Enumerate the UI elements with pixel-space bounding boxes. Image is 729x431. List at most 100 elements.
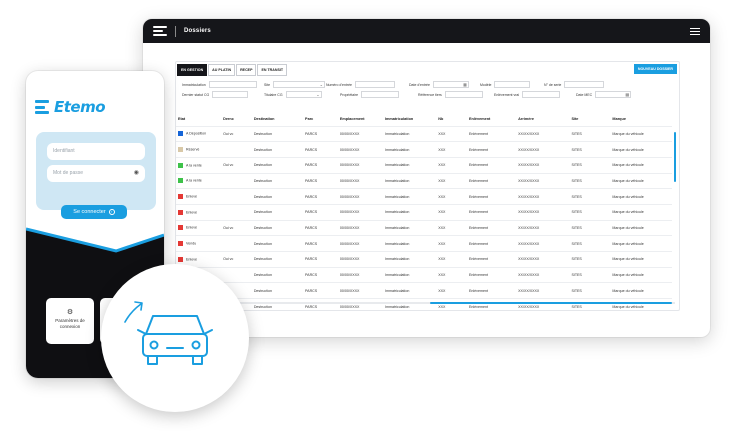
tab-au-platin[interactable]: AU PLATIN bbox=[208, 64, 236, 76]
password-field[interactable]: Mot de passe ◉ bbox=[47, 165, 145, 182]
table-cell: 00/00/XXXX bbox=[337, 266, 383, 283]
table-cell: XXX bbox=[436, 298, 467, 315]
titulaire-cg-select[interactable]: ⌄ bbox=[285, 91, 322, 98]
column-header[interactable]: Dernc bbox=[221, 113, 252, 126]
cell-text: Marque du véhicule bbox=[612, 225, 644, 230]
new-dossier-button[interactable]: NOUVEAU DOSSIER bbox=[633, 64, 677, 74]
top-bar: Dossiers bbox=[143, 19, 710, 43]
filter-immatriculation[interactable]: Immatriculation bbox=[182, 81, 257, 88]
cell-text: 00/00/XXXX bbox=[339, 304, 360, 309]
cell-text: PARCS bbox=[305, 273, 318, 278]
table-row[interactable]: A la vente Destruction PARCS 00/00/XXXX Imma… bbox=[176, 172, 672, 189]
identifiant-field[interactable]: Identifiant bbox=[47, 143, 145, 160]
site-select[interactable]: ⌄ bbox=[273, 81, 326, 88]
table-cell: Destruction bbox=[251, 298, 304, 315]
table-cell: Destruction bbox=[251, 282, 304, 299]
immatriculation-input[interactable] bbox=[208, 81, 257, 88]
column-header[interactable]: Arrimère bbox=[516, 113, 569, 126]
cell-text: 00/00/XXXX bbox=[339, 273, 360, 278]
cell-text: Marque du véhicule bbox=[612, 273, 644, 278]
filter-modele[interactable]: Modèle bbox=[480, 81, 531, 88]
car-icon bbox=[124, 301, 213, 365]
calendar-icon[interactable]: ▦ bbox=[463, 82, 467, 87]
numero-entree-input[interactable] bbox=[354, 81, 395, 88]
burger-menu-icon[interactable] bbox=[690, 27, 700, 35]
table-header: Etat Dernc Destination Parc Emplacement Immat… bbox=[176, 113, 672, 126]
chevron-down-icon: ⌄ bbox=[319, 82, 324, 87]
table-cell: 00/00/XXXX bbox=[337, 125, 383, 142]
filter-reference-tiers[interactable]: Référence tiers bbox=[418, 91, 483, 98]
table-row[interactable]: Réservé Destruction PARCS 00/00/XXXX Immatri… bbox=[176, 141, 672, 158]
settings-tile[interactable]: ⚙ Paramètres de connexion bbox=[46, 298, 94, 344]
column-header[interactable]: Site bbox=[569, 113, 610, 126]
table-cell: 00/00/XXXX bbox=[337, 219, 383, 236]
modele-input[interactable] bbox=[494, 81, 531, 88]
enlevement-input[interactable] bbox=[522, 91, 561, 98]
table-row[interactable]: VenduDestructionPARCS00/00/XXXXImmatricu… bbox=[176, 266, 672, 283]
filter-site[interactable]: Site ⌄ bbox=[264, 81, 326, 88]
table-cell: Vendu bbox=[176, 235, 222, 252]
horizontal-scrollbar[interactable] bbox=[430, 302, 672, 304]
cell-text: XXX bbox=[438, 147, 446, 152]
table-cell: Enlèvement bbox=[466, 156, 517, 174]
table-cell: Destruction bbox=[251, 188, 304, 205]
date-entree-input[interactable]: ▦ bbox=[432, 81, 469, 88]
tab-en-gestion[interactable]: EN GESTION bbox=[177, 64, 208, 76]
table-cell bbox=[221, 203, 252, 221]
column-header[interactable]: Enlèvement bbox=[467, 113, 516, 126]
cell-text: Marque du véhicule bbox=[612, 131, 644, 136]
filter-no-serie[interactable]: N° de serie bbox=[544, 81, 605, 88]
table-row[interactable]: Enlevé Oui vc Destruction PARCS 00/00/XXXX Im… bbox=[176, 251, 672, 268]
filter-date-mec[interactable]: Date MEC ▦ bbox=[576, 91, 632, 98]
eye-icon[interactable]: ◉ bbox=[134, 169, 139, 176]
filter-titulaire-cg[interactable]: Titulaire CG ⌄ bbox=[264, 91, 322, 98]
dernier-statut-input[interactable] bbox=[212, 91, 249, 98]
filter-date-entree[interactable]: Date d'entrée ▦ bbox=[409, 81, 469, 88]
table-cell: Marque du véhicule bbox=[610, 282, 672, 299]
table-cell: XX/XX/XXXX bbox=[516, 251, 570, 268]
table-row[interactable]: Enlevé Destruction PARCS 00/00/XXXX Immatric… bbox=[176, 188, 672, 205]
column-header[interactable]: Etat bbox=[176, 113, 221, 126]
cell-text: Destruction bbox=[253, 257, 272, 262]
table-row[interactable]: Destruction PARCS 00/00/XXXX Immatriculatio… bbox=[176, 282, 672, 299]
column-header[interactable]: Emplacement bbox=[338, 113, 383, 126]
reference-tiers-input[interactable] bbox=[444, 91, 483, 98]
table-cell: PARCS bbox=[303, 125, 338, 142]
filter-enlevement[interactable]: Enlèvement vrai bbox=[494, 91, 561, 98]
table-cell: 00/00/XXXX bbox=[337, 172, 383, 189]
vertical-scrollbar[interactable] bbox=[674, 132, 676, 182]
cell-text: Enlèvement bbox=[468, 147, 488, 152]
table-row[interactable]: Enlevé Destruction PARCS 00/00/XXXX Immatric… bbox=[176, 203, 672, 221]
table-row[interactable]: Enlevé Oui vc Destruction PARCS 00/00/XXXX Im… bbox=[176, 219, 672, 236]
page-title: Dossiers bbox=[184, 28, 211, 34]
status-color-swatch bbox=[178, 178, 183, 184]
filter-proprietaire[interactable]: Propriétaire bbox=[340, 91, 400, 98]
table-cell: Enlèvement bbox=[466, 282, 517, 299]
login-button[interactable]: Se connecter › bbox=[61, 205, 127, 219]
table-cell: XX/XX/XXXX bbox=[516, 172, 570, 189]
table-row[interactable]: A la vente Oui vc Destruction PARCS 00/00/XX… bbox=[176, 156, 672, 174]
proprietaire-input[interactable] bbox=[361, 91, 400, 98]
table-row[interactable]: A Déposition Oui vc Destruction PARCS 00/00/… bbox=[176, 125, 672, 142]
table-cell: Oui vc bbox=[221, 125, 252, 142]
column-header[interactable]: Marque bbox=[610, 113, 672, 126]
no-serie-input[interactable] bbox=[564, 81, 605, 88]
table-cell: Destruction bbox=[251, 203, 304, 221]
calendar-icon[interactable]: ▦ bbox=[625, 92, 629, 97]
tab-en-transit[interactable]: EN TRANSIT bbox=[257, 64, 288, 76]
column-header[interactable]: Immatriculation bbox=[383, 113, 436, 126]
table-row[interactable]: Destruction PARCS 00/00/XXXX Immatriculatio… bbox=[176, 298, 672, 315]
tab-recep[interactable]: RECEP bbox=[236, 64, 257, 76]
cell-text: Marque du véhicule bbox=[612, 304, 644, 309]
column-header[interactable]: Destination bbox=[252, 113, 303, 126]
filter-numero-entree[interactable]: Numéro d'entrée bbox=[326, 81, 395, 88]
date-mec-input[interactable]: ▦ bbox=[595, 91, 632, 98]
table-row[interactable]: VenduDestructionPARCS00/00/XXXXImmatricu… bbox=[176, 235, 672, 252]
column-header[interactable]: Parc bbox=[303, 113, 338, 126]
cell-text: Oui vc bbox=[223, 225, 234, 230]
column-header[interactable]: Nb bbox=[436, 113, 467, 126]
filter-dernier-statut[interactable]: Dernier statut CG bbox=[182, 91, 249, 98]
chevron-down-icon: ⌄ bbox=[316, 92, 320, 97]
filter-label: Date d'entrée bbox=[409, 82, 430, 87]
cell-text: Immatriculation bbox=[384, 241, 410, 246]
